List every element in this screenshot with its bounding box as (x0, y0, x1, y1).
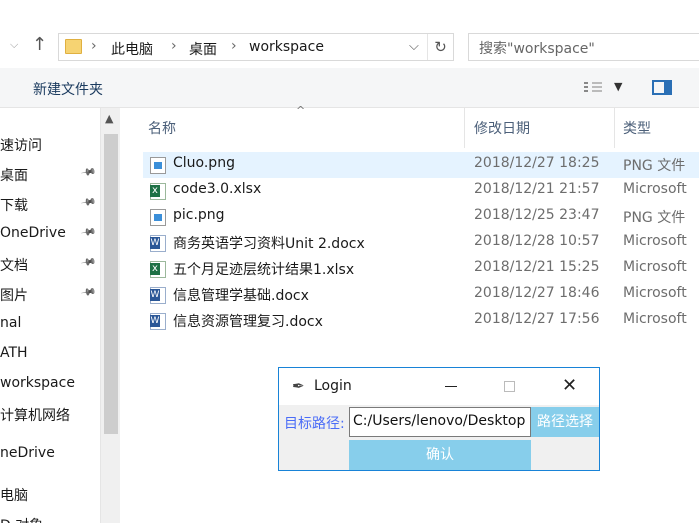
minimize-icon[interactable] (445, 386, 457, 387)
file-type: Microsoft (623, 259, 687, 275)
navigation-scrollbar[interactable]: ▲ (100, 108, 120, 523)
file-modified-date: 2018/12/28 10:57 (474, 233, 600, 249)
breadcrumb-separator-icon[interactable]: › (231, 38, 237, 54)
file-modified-date: 2018/12/27 18:25 (474, 155, 600, 171)
file-name: code3.0.xlsx (173, 181, 262, 197)
sort-ascending-icon: ^ (296, 104, 306, 117)
search-input[interactable]: 搜索"workspace" (468, 33, 699, 61)
sidebar-item[interactable]: 电脑 (0, 485, 28, 505)
pin-icon[interactable]: 📌 (80, 284, 97, 300)
file-type: Microsoft (623, 311, 687, 327)
png-file-icon (150, 209, 166, 226)
file-row[interactable]: pic.png 2018/12/25 23:47 PNG 文件 (143, 204, 699, 230)
column-header-name[interactable]: 名称 (148, 118, 176, 138)
scrollbar-thumb[interactable] (104, 134, 118, 434)
file-modified-date: 2018/12/21 15:25 (474, 259, 600, 275)
address-dropdown-icon[interactable]: ⌵ (409, 39, 419, 54)
feather-icon: ✒ (292, 377, 305, 395)
column-header-type[interactable]: 类型 (623, 118, 651, 138)
file-name: pic.png (173, 207, 225, 223)
command-toolbar: 新建文件夹 ▼ (0, 68, 699, 108)
file-type: Microsoft (623, 181, 687, 197)
file-name: Cluo.png (173, 155, 235, 171)
file-row[interactable]: Cluo.png 2018/12/27 18:25 PNG 文件 (143, 152, 699, 178)
sidebar-item[interactable]: 桌面 (0, 165, 28, 185)
file-type: PNG 文件 (623, 158, 686, 174)
breadcrumb-workspace[interactable]: workspace (249, 39, 324, 55)
close-icon[interactable]: ✕ (562, 375, 577, 396)
file-modified-date: 2018/12/27 18:46 (474, 285, 600, 301)
column-header-date[interactable]: 修改日期 (474, 118, 530, 138)
address-box[interactable]: › 此电脑 › 桌面 › workspace ⌵ ↻ (58, 33, 454, 61)
pin-icon[interactable]: 📌 (80, 224, 97, 240)
breadcrumb-separator-icon[interactable]: › (91, 38, 97, 54)
column-divider[interactable] (464, 108, 465, 148)
new-folder-button[interactable]: 新建文件夹 (33, 79, 103, 99)
png-file-icon (150, 157, 166, 174)
sidebar-item[interactable]: 图片 (0, 285, 28, 305)
sidebar-item[interactable]: 计算机网络 (0, 405, 70, 425)
confirm-button[interactable]: 确认 (349, 440, 531, 470)
file-modified-date: 2018/12/25 23:47 (474, 207, 600, 223)
pin-icon[interactable]: 📌 (80, 164, 97, 180)
target-path-label: 目标路径: (284, 416, 345, 432)
file-type: Microsoft (623, 285, 687, 301)
sidebar-item[interactable]: nal (0, 315, 21, 331)
choose-path-button[interactable]: 路径选择 (531, 407, 599, 437)
file-name: 五个月足迹层统计结果1.xlsx (173, 262, 355, 278)
navigation-pane: 速访问桌面 📌 下载 📌 OneDrive 📌 文档 📌 图片 📌 nal ATH workspace 计… (0, 108, 100, 523)
file-modified-date: 2018/12/21 21:57 (474, 181, 600, 197)
file-modified-date: 2018/12/27 17:56 (474, 311, 600, 327)
sidebar-item[interactable]: 文档 (0, 255, 28, 275)
view-dropdown-icon[interactable]: ▼ (614, 80, 622, 93)
up-arrow-icon[interactable]: ↑ (32, 34, 47, 55)
file-row[interactable]: 商务英语学习资料Unit 2.docx 2018/12/28 10:57 Micro… (143, 230, 699, 256)
sidebar-item[interactable]: workspace (0, 375, 75, 391)
file-row[interactable]: code3.0.xlsx 2018/12/21 21:57 Microsoft (143, 178, 699, 204)
view-options-icon[interactable] (584, 80, 602, 94)
sidebar-item[interactable]: 下载 (0, 195, 28, 215)
breadcrumb-desktop[interactable]: 桌面 (189, 39, 217, 59)
xlsx-file-icon (150, 183, 166, 200)
target-path-input[interactable]: C:/Users/lenovo/Desktop (349, 407, 531, 437)
sidebar-item[interactable]: D 对象 (0, 515, 43, 523)
docx-file-icon (150, 235, 166, 252)
file-row[interactable]: 信息管理学基础.docx 2018/12/27 18:46 Microsoft (143, 282, 699, 308)
maximize-icon[interactable] (504, 381, 515, 392)
file-type: Microsoft (623, 233, 687, 249)
refresh-icon[interactable]: ↻ (427, 34, 453, 60)
pin-icon[interactable]: 📌 (80, 254, 97, 270)
file-type: PNG 文件 (623, 210, 686, 226)
file-name: 信息管理学基础.docx (173, 288, 309, 304)
recent-locations-chevron-icon[interactable]: ⌵ (10, 38, 18, 52)
folder-icon (65, 39, 82, 54)
dialog-title: Login (314, 378, 352, 394)
sidebar-item[interactable]: ATH (0, 345, 28, 361)
breadcrumb-separator-icon[interactable]: › (171, 38, 177, 54)
column-headers: ^ 名称 修改日期 类型 (140, 104, 699, 148)
pin-icon[interactable]: 📌 (80, 194, 97, 210)
login-dialog: ✒ Login ✕ 目标路径: C:/Users/lenovo/Desktop … (278, 367, 600, 471)
dialog-title-bar[interactable]: ✒ Login ✕ (279, 368, 599, 405)
column-divider[interactable] (614, 108, 615, 148)
address-bar-row: ⌵ ↑ › 此电脑 › 桌面 › workspace ⌵ ↻ 搜索"worksp… (0, 30, 699, 64)
file-row[interactable]: 信息资源管理复习.docx 2018/12/27 17:56 Microsoft (143, 308, 699, 334)
file-name: 商务英语学习资料Unit 2.docx (173, 236, 365, 252)
file-name: 信息资源管理复习.docx (173, 314, 323, 330)
breadcrumb-this-pc[interactable]: 此电脑 (111, 39, 153, 59)
sidebar-item[interactable]: neDrive (0, 445, 55, 461)
sidebar-item[interactable]: OneDrive (0, 225, 66, 241)
scroll-up-icon[interactable]: ▲ (105, 112, 113, 125)
preview-pane-icon[interactable] (652, 80, 672, 95)
xlsx-file-icon (150, 261, 166, 278)
file-row[interactable]: 五个月足迹层统计结果1.xlsx 2018/12/21 15:25 Microsof… (143, 256, 699, 282)
docx-file-icon (150, 287, 166, 304)
sidebar-item[interactable]: 速访问 (0, 135, 42, 155)
docx-file-icon (150, 313, 166, 330)
